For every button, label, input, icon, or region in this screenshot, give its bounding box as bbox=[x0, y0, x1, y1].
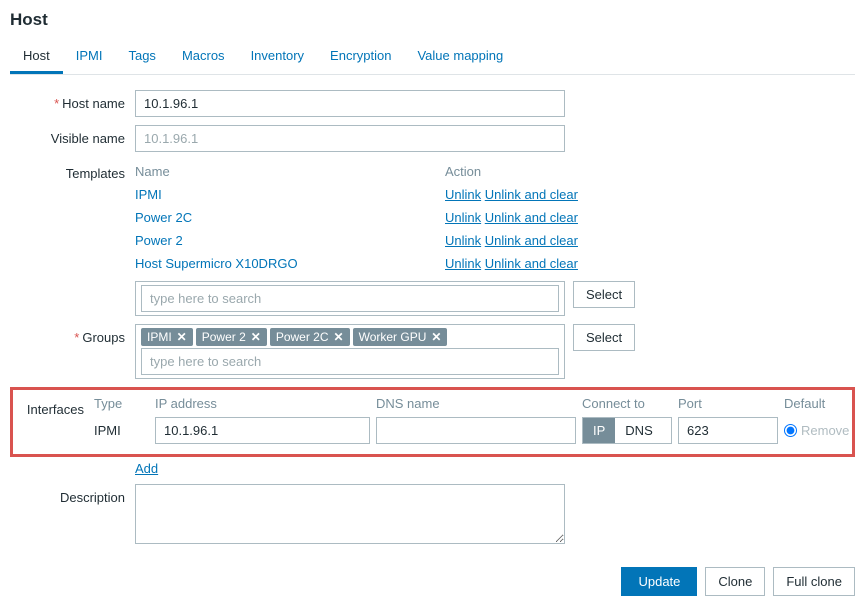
unlink-button[interactable]: Unlink bbox=[445, 256, 481, 271]
templates-multiselect[interactable] bbox=[135, 281, 565, 316]
templates-table: Name Action IPMI Unlink Unlink and clear… bbox=[135, 160, 598, 275]
tab-encryption[interactable]: Encryption bbox=[317, 40, 404, 74]
host-name-label: Host name bbox=[62, 96, 125, 111]
close-icon[interactable]: ✕ bbox=[177, 330, 187, 344]
visible-name-input[interactable] bbox=[135, 125, 565, 152]
tab-inventory[interactable]: Inventory bbox=[238, 40, 317, 74]
tab-tags[interactable]: Tags bbox=[115, 40, 168, 74]
close-icon[interactable]: ✕ bbox=[431, 330, 441, 344]
unlink-clear-button[interactable]: Unlink and clear bbox=[485, 256, 578, 271]
host-name-input[interactable] bbox=[135, 90, 565, 117]
groups-label: Groups bbox=[82, 330, 125, 345]
dns-header: DNS name bbox=[376, 396, 576, 411]
connect-dns-option[interactable]: DNS bbox=[615, 418, 662, 443]
templates-label: Templates bbox=[66, 166, 125, 181]
type-header: Type bbox=[94, 396, 149, 411]
interface-ip-input[interactable] bbox=[155, 417, 370, 444]
template-link[interactable]: Host Supermicro X10DRGO bbox=[135, 256, 298, 271]
interface-port-input[interactable] bbox=[678, 417, 778, 444]
tabs-bar: Host IPMI Tags Macros Inventory Encrypti… bbox=[10, 40, 855, 75]
interfaces-label: Interfaces bbox=[27, 402, 84, 417]
unlink-button[interactable]: Unlink bbox=[445, 210, 481, 225]
close-icon[interactable]: ✕ bbox=[251, 330, 261, 344]
connect-header: Connect to bbox=[582, 396, 672, 411]
unlink-button[interactable]: Unlink bbox=[445, 187, 481, 202]
interface-type: IPMI bbox=[94, 423, 149, 438]
description-textarea[interactable] bbox=[135, 484, 565, 544]
connect-to-toggle: IP DNS bbox=[582, 417, 672, 444]
port-header: Port bbox=[678, 396, 778, 411]
visible-name-label: Visible name bbox=[51, 131, 125, 146]
update-button[interactable]: Update bbox=[621, 567, 697, 596]
interface-default-radio[interactable] bbox=[784, 424, 797, 437]
close-icon[interactable]: ✕ bbox=[334, 330, 344, 344]
description-label: Description bbox=[60, 490, 125, 505]
templates-action-header: Action bbox=[445, 164, 481, 179]
groups-search-input[interactable] bbox=[141, 348, 559, 375]
page-title: Host bbox=[10, 10, 855, 30]
template-link[interactable]: Power 2C bbox=[135, 210, 192, 225]
unlink-button[interactable]: Unlink bbox=[445, 233, 481, 248]
add-interface-link[interactable]: Add bbox=[135, 461, 158, 476]
connect-ip-option[interactable]: IP bbox=[583, 418, 615, 443]
templates-search-input[interactable] bbox=[141, 285, 559, 312]
tab-host[interactable]: Host bbox=[10, 40, 63, 74]
unlink-clear-button[interactable]: Unlink and clear bbox=[485, 210, 578, 225]
tab-macros[interactable]: Macros bbox=[169, 40, 238, 74]
tab-value-mapping[interactable]: Value mapping bbox=[404, 40, 516, 74]
template-link[interactable]: IPMI bbox=[135, 187, 162, 202]
template-link[interactable]: Power 2 bbox=[135, 233, 183, 248]
footer-actions: Update Clone Full clone bbox=[10, 567, 855, 596]
ip-header: IP address bbox=[155, 396, 370, 411]
interface-dns-input[interactable] bbox=[376, 417, 576, 444]
templates-select-button[interactable]: Select bbox=[573, 281, 635, 308]
group-tag: Worker GPU✕ bbox=[353, 328, 448, 346]
group-tag: IPMI✕ bbox=[141, 328, 193, 346]
unlink-clear-button[interactable]: Unlink and clear bbox=[485, 233, 578, 248]
groups-select-button[interactable]: Select bbox=[573, 324, 635, 351]
group-tag: Power 2✕ bbox=[196, 328, 267, 346]
unlink-clear-button[interactable]: Unlink and clear bbox=[485, 187, 578, 202]
full-clone-button[interactable]: Full clone bbox=[773, 567, 855, 596]
clone-button[interactable]: Clone bbox=[705, 567, 765, 596]
template-row: Power 2 Unlink Unlink and clear bbox=[135, 229, 598, 252]
interface-remove: Remove bbox=[801, 423, 849, 438]
templates-name-header: Name bbox=[135, 164, 170, 179]
default-header: Default bbox=[784, 396, 844, 411]
template-row: IPMI Unlink Unlink and clear bbox=[135, 183, 598, 206]
groups-multiselect[interactable]: IPMI✕ Power 2✕ Power 2C✕ Worker GPU✕ bbox=[135, 324, 565, 379]
tab-ipmi[interactable]: IPMI bbox=[63, 40, 116, 74]
template-row: Host Supermicro X10DRGO Unlink Unlink an… bbox=[135, 252, 598, 275]
interfaces-highlight: Interfaces Type IP address DNS name Conn… bbox=[10, 387, 855, 457]
template-row: Power 2C Unlink Unlink and clear bbox=[135, 206, 598, 229]
group-tag: Power 2C✕ bbox=[270, 328, 350, 346]
